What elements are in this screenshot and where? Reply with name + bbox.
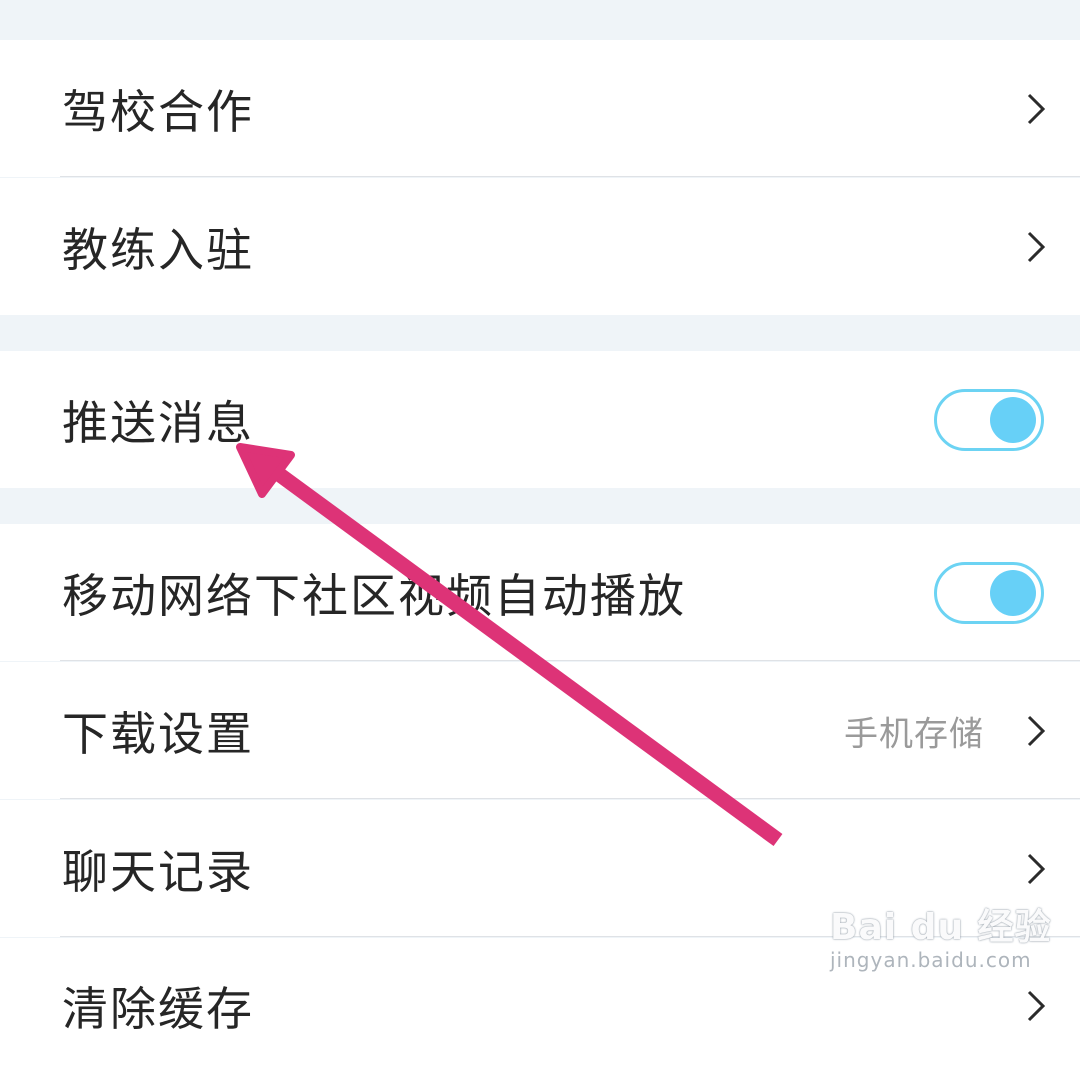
divider: [60, 660, 1080, 661]
row-driving-school[interactable]: 驾校合作: [0, 40, 1080, 177]
chevron-right-icon: [1027, 93, 1046, 124]
row-push-messages: 推送消息: [0, 351, 1080, 488]
row-label: 教练入驻: [62, 222, 254, 277]
row-label: 下载设置: [62, 706, 254, 761]
toggle-knob: [990, 396, 1036, 443]
toggle-knob: [990, 569, 1036, 616]
row-label: 推送消息: [62, 395, 254, 450]
push-messages-toggle[interactable]: [934, 388, 1044, 451]
row-label: 移动网络下社区视频自动播放: [62, 568, 686, 623]
section-gap: [0, 0, 1080, 40]
watermark-logo: Bai du 经验: [830, 907, 1052, 948]
download-location-value: 手机存储: [844, 714, 984, 754]
divider: [60, 798, 1080, 799]
watermark-url: jingyan.baidu.com: [830, 948, 1032, 972]
row-download-settings[interactable]: 下载设置 手机存储: [0, 662, 1080, 799]
row-autoplay-video: 移动网络下社区视频自动播放: [0, 524, 1080, 661]
baidu-jingyan-watermark: Bai du 经验 jingyan.baidu.com: [826, 880, 1051, 980]
row-label: 聊天记录: [62, 844, 254, 899]
row-label: 清除缓存: [62, 982, 254, 1036]
chevron-right-icon: [1027, 715, 1046, 746]
chevron-right-icon: [1027, 990, 1046, 1022]
chevron-right-icon: [1027, 231, 1046, 262]
chevron-right-icon: [1027, 853, 1046, 884]
row-label: 驾校合作: [62, 84, 254, 139]
autoplay-video-toggle[interactable]: [934, 561, 1044, 624]
divider: [60, 176, 1080, 177]
row-coach-join[interactable]: 教练入驻: [0, 178, 1080, 315]
